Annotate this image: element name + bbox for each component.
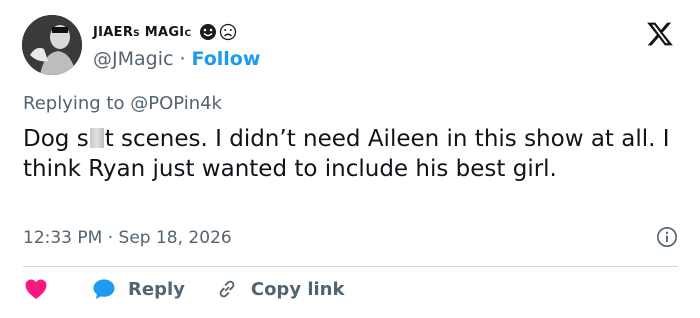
censor-block	[89, 128, 104, 148]
replying-to-line: Replying to @POPin4k	[23, 93, 222, 114]
heart-icon[interactable]	[24, 278, 48, 300]
tweet-date: Sep 18, 2026	[118, 228, 232, 248]
tweet-text-part-2: t scenes. I didn’t need Aileen in this s…	[23, 126, 677, 182]
reply-button[interactable]: Reply	[48, 278, 185, 300]
author-handle-row: @JMagic · Follow	[93, 48, 260, 70]
timestamp-separator: ·	[107, 228, 114, 248]
author-handle[interactable]: @JMagic	[93, 48, 173, 70]
tweet-timestamp[interactable]: 12:33 PM · Sep 18, 2026	[23, 228, 232, 248]
follow-button[interactable]: Follow	[191, 48, 260, 70]
author-display-name[interactable]: JIAERs MAGIc	[93, 25, 191, 40]
info-icon[interactable]	[656, 226, 678, 248]
copy-link-label: Copy link	[250, 278, 345, 300]
handle-separator: ·	[179, 48, 186, 70]
author-name-row: JIAERs MAGIc	[93, 23, 237, 41]
x-logo-icon[interactable]	[646, 20, 674, 48]
copy-link-button[interactable]: Copy link	[215, 278, 345, 300]
tweet-time: 12:33 PM	[23, 228, 103, 248]
replying-to-mention[interactable]: @POPin4k	[130, 93, 222, 114]
divider	[23, 266, 678, 267]
link-icon	[219, 280, 235, 298]
name-emoji-group	[199, 23, 237, 41]
reply-label: Reply	[128, 278, 185, 300]
action-bar: Reply Copy link	[24, 278, 344, 300]
tweet-text: Dog st scenes. I didn’t need Aileen in t…	[23, 124, 673, 184]
reply-bubble-icon	[93, 279, 115, 299]
frown-emoji-icon	[220, 23, 237, 41]
replying-to-prefix: Replying to	[23, 93, 125, 114]
smile-emoji-icon	[200, 24, 217, 40]
avatar-image	[22, 15, 82, 75]
avatar[interactable]	[22, 15, 82, 75]
tweet-text-part-1: Dog s	[23, 126, 89, 152]
